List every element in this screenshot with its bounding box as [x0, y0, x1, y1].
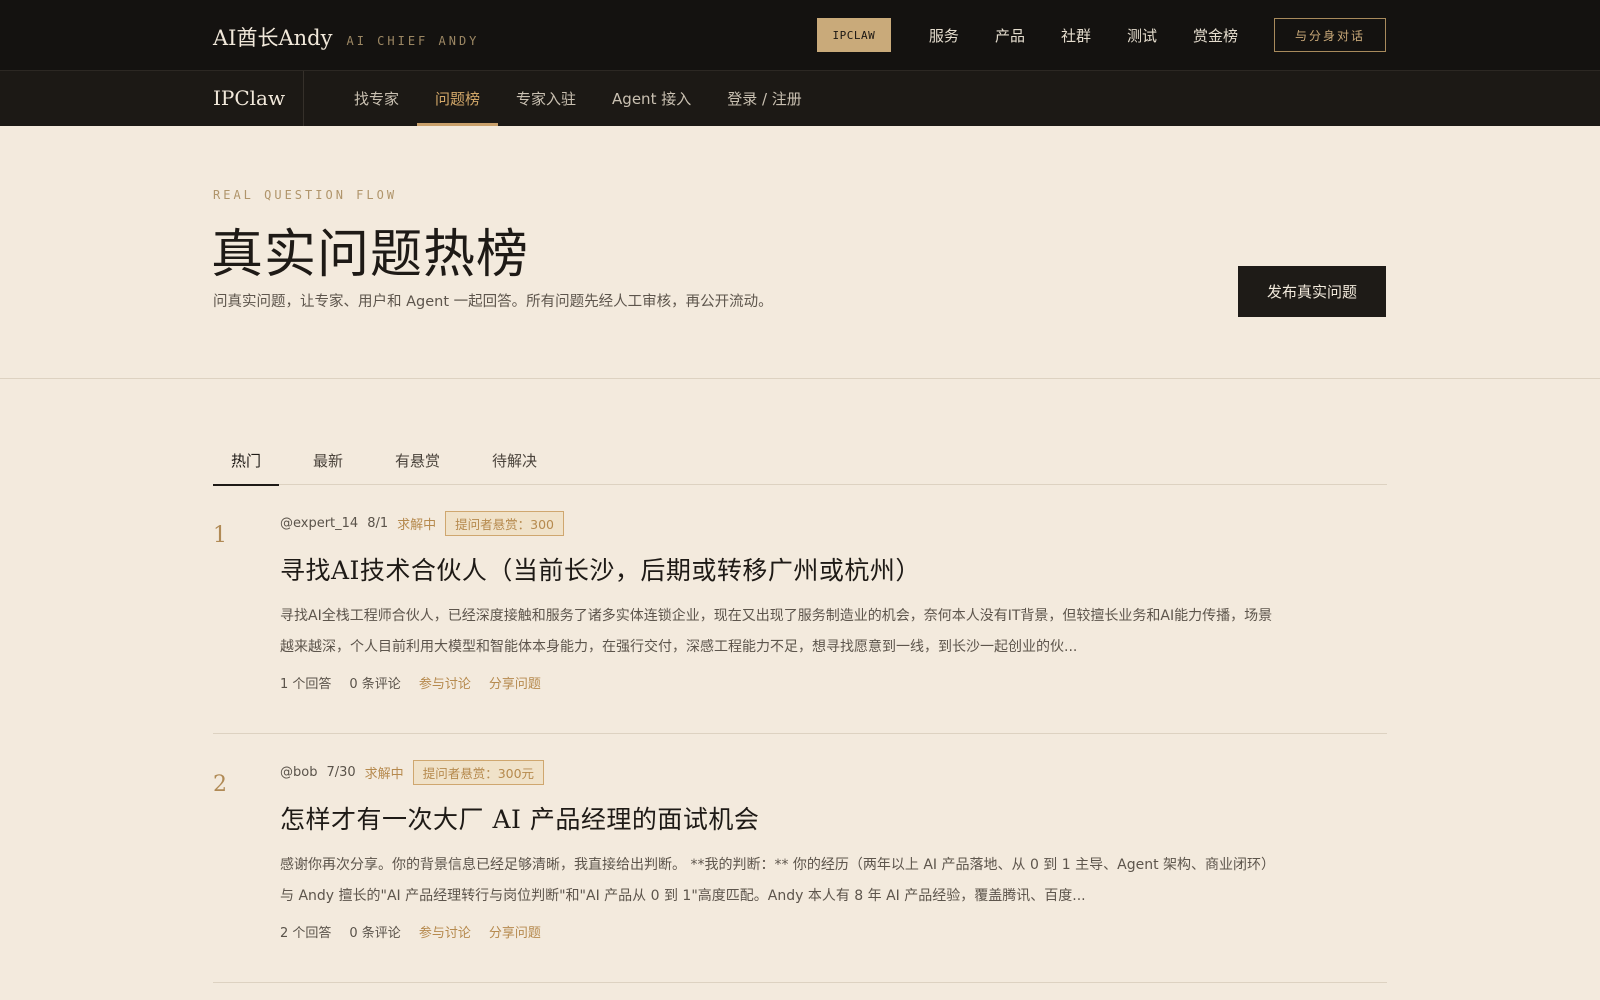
sub-nav: 找专家 问题榜 专家入驻 Agent 接入 登录 / 注册: [336, 71, 820, 126]
top-bar: AI酋长Andy AI CHIEF ANDY IPCLAW 服务 产品 社群 测…: [0, 0, 1600, 71]
nav-services[interactable]: 服务: [929, 25, 959, 46]
bounty-badge: 提问者悬赏：300元: [412, 759, 545, 785]
ipclaw-tag[interactable]: IPCLAW: [816, 18, 891, 52]
question-meta: @expert_14 8/1 求解中 提问者悬赏：300: [280, 510, 1290, 536]
brand[interactable]: AI酋长Andy AI CHIEF ANDY: [213, 22, 479, 52]
subnav-question-board[interactable]: 问题榜: [417, 71, 499, 126]
question-item[interactable]: 1 @expert_14 8/1 求解中 提问者悬赏：300 寻找AI技术合伙人…: [213, 485, 1387, 734]
sub-brand[interactable]: IPClaw: [213, 86, 285, 110]
question-title[interactable]: 怎样才有一次大厂 AI 产品经理的面试机会: [280, 800, 1290, 836]
brand-subtitle: AI CHIEF ANDY: [346, 34, 480, 48]
question-footer: 2 个回答 0 条评论 参与讨论 分享问题: [280, 922, 1290, 941]
question-author[interactable]: @expert_14: [280, 516, 358, 531]
question-excerpt: 寻找AI全栈工程师合伙人，已经深度接触和服务了诸多实体连锁企业，现在又出现了服务…: [280, 608, 1273, 655]
nav-tests[interactable]: 测试: [1127, 25, 1157, 46]
subnav-expert-join[interactable]: 专家入驻: [498, 71, 594, 126]
publish-question-button[interactable]: 发布真实问题: [1238, 266, 1386, 317]
top-nav: IPCLAW 服务 产品 社群 测试 赏金榜 与分身对话: [816, 18, 1386, 52]
question-title[interactable]: 寻找AI技术合伙人（当前长沙，后期或转移广州或杭州）: [280, 551, 1290, 587]
question-footer: 1 个回答 0 条评论 参与讨论 分享问题: [280, 673, 1290, 692]
question-item[interactable]: 2 @bob 7/30 求解中 提问者悬赏：300元 怎样才有一次大厂 AI 产…: [213, 734, 1387, 983]
question-list: 1 @expert_14 8/1 求解中 提问者悬赏：300 寻找AI技术合伙人…: [213, 485, 1387, 983]
share-question-link[interactable]: 分享问题: [489, 673, 541, 692]
nav-products[interactable]: 产品: [995, 25, 1025, 46]
comment-count: 0 条评论: [349, 926, 401, 941]
sub-divider: [303, 71, 304, 126]
sub-bar: IPClaw 找专家 问题榜 专家入驻 Agent 接入 登录 / 注册: [0, 71, 1600, 126]
question-author[interactable]: @bob: [280, 765, 317, 780]
hero-eyebrow: REAL QUESTION FLOW: [213, 188, 398, 202]
subnav-find-expert[interactable]: 找专家: [336, 71, 417, 126]
question-date: 8/1: [367, 515, 389, 531]
bounty-badge: 提问者悬赏：300: [445, 510, 564, 536]
subnav-agent-access[interactable]: Agent 接入: [594, 71, 709, 126]
filter-tabs: 热门 最新 有悬赏 待解决: [213, 436, 1387, 486]
answer-count: 2 个回答: [280, 926, 332, 941]
page-title: 真实问题热榜: [211, 225, 530, 285]
hero: REAL QUESTION FLOW 真实问题热榜 问真实问题，让专家、用户和 …: [0, 126, 1600, 379]
tab-with-bounty[interactable]: 有悬赏: [377, 436, 458, 485]
answer-count: 1 个回答: [280, 677, 332, 692]
nav-community[interactable]: 社群: [1061, 25, 1091, 46]
tab-latest[interactable]: 最新: [295, 436, 361, 485]
comment-count: 0 条评论: [349, 677, 401, 692]
question-rank: 2: [213, 772, 227, 797]
chat-with-avatar-button[interactable]: 与分身对话: [1274, 18, 1386, 52]
question-status: 求解中: [364, 766, 404, 782]
question-excerpt: 感谢你再次分享。你的背景信息已经足够清晰，我直接给出判断。 **我的判断：** …: [280, 857, 1276, 904]
subnav-login-register[interactable]: 登录 / 注册: [709, 71, 820, 126]
question-date: 7/30: [326, 764, 356, 780]
tab-hot[interactable]: 热门: [213, 436, 280, 486]
tab-unsolved[interactable]: 待解决: [474, 436, 555, 485]
question-meta: @bob 7/30 求解中 提问者悬赏：300元: [280, 759, 1290, 785]
join-discussion-link[interactable]: 参与讨论: [419, 673, 471, 692]
nav-bounty-board[interactable]: 赏金榜: [1193, 25, 1238, 46]
share-question-link[interactable]: 分享问题: [489, 922, 541, 941]
hero-lead: 问真实问题，让专家、用户和 Agent 一起回答。所有问题先经人工审核，再公开流…: [213, 294, 773, 310]
brand-name[interactable]: AI酋长Andy: [213, 22, 332, 52]
question-rank: 1: [213, 523, 227, 548]
join-discussion-link[interactable]: 参与讨论: [419, 922, 471, 941]
question-status: 求解中: [397, 517, 437, 533]
